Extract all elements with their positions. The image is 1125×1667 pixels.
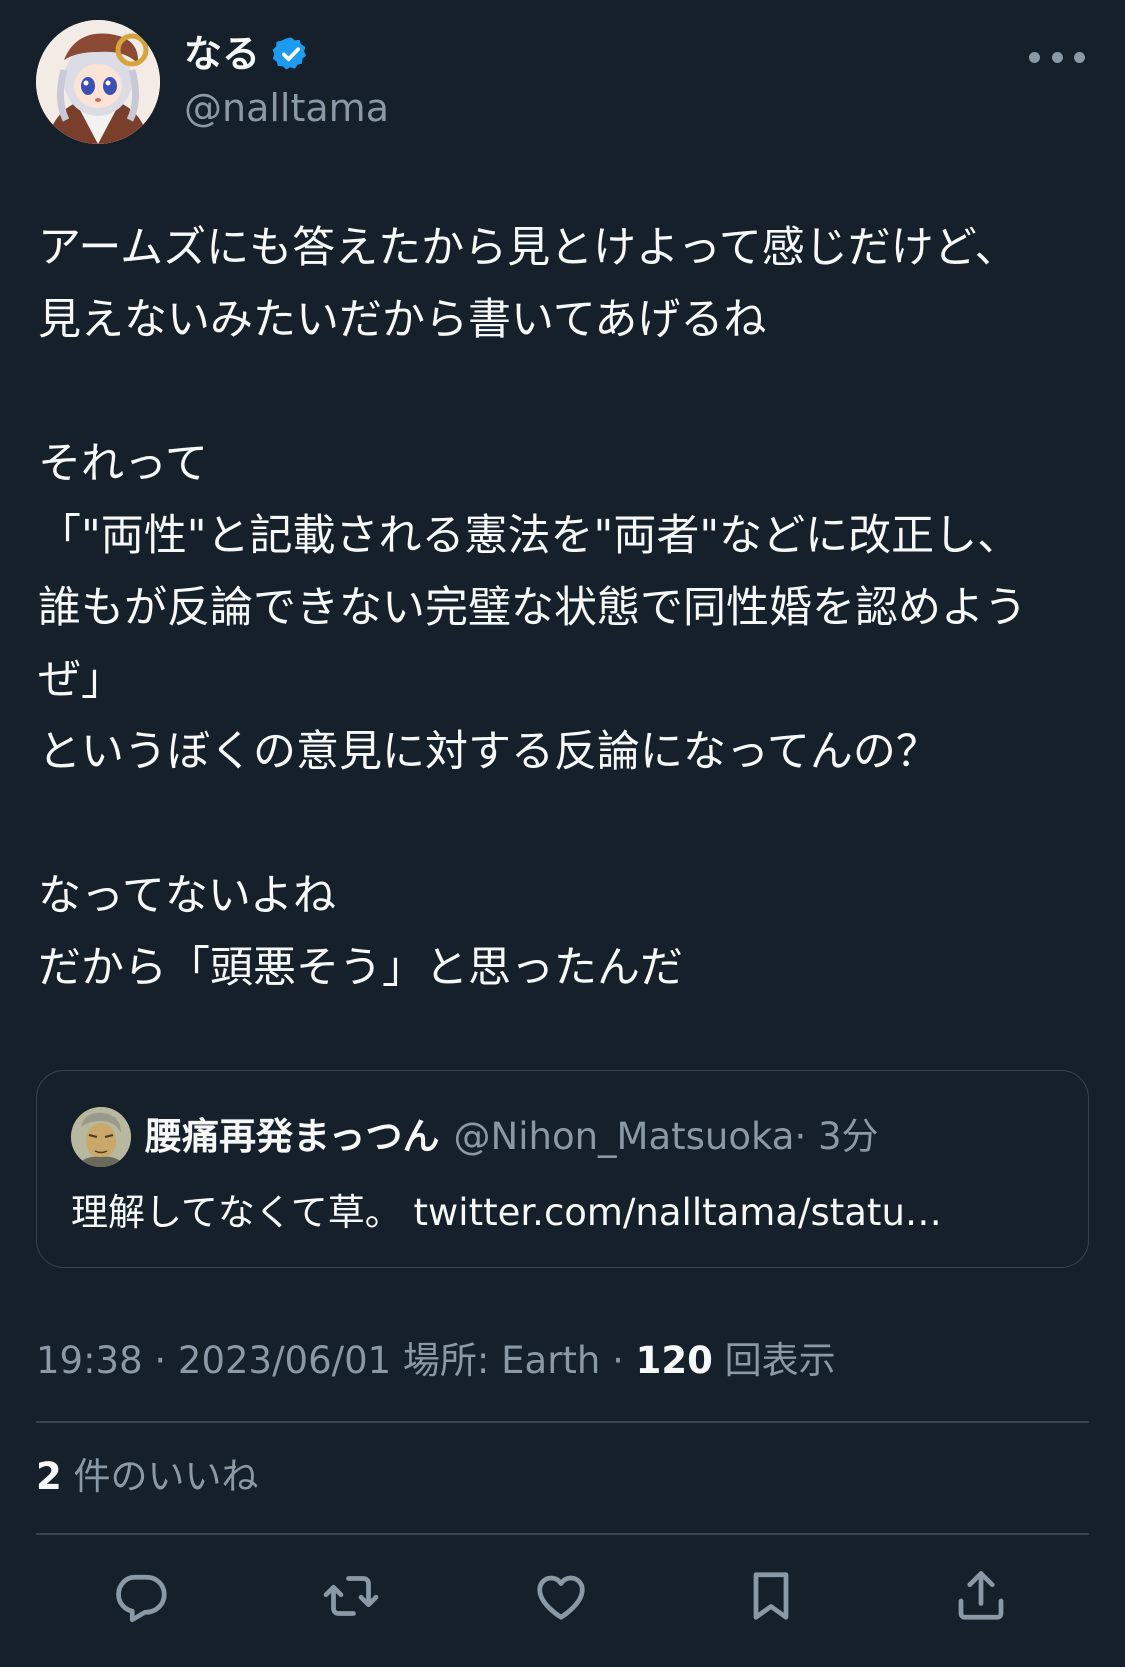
reply-button[interactable] [105, 1560, 177, 1632]
quote-header: 腰痛再発まっつん @Nihon_Matsuoka · 3分 [145, 1107, 879, 1167]
divider [36, 1421, 1089, 1423]
bookmark-button[interactable] [735, 1560, 807, 1632]
tweet-text-line: 「"両性"と記載される憲法を"両者"などに改正し、 [38, 511, 1021, 561]
share-button[interactable] [945, 1560, 1017, 1632]
views-label: 回表示 [712, 1339, 836, 1382]
share-icon [958, 1571, 1004, 1620]
views-count: 120 [635, 1339, 713, 1382]
tweet-text-line: なってないよね [38, 871, 336, 921]
reply-icon [116, 1574, 167, 1623]
likes-summary[interactable]: 2 件のいいね [36, 1452, 259, 1502]
tweet-text-line: 見えないみたいだから書いてあげるね [38, 295, 767, 345]
quote-author-avatar [71, 1107, 131, 1167]
quote-author-name: 腰痛再発まっつん [145, 1115, 440, 1158]
like-icon [537, 1575, 585, 1620]
like-button[interactable] [525, 1560, 597, 1632]
anime-avatar-icon [36, 20, 160, 144]
quote-timestamp: · 3分 [794, 1115, 879, 1158]
tweet-text-line: 誰もが反論できない完璧な状態で同性婚を認めよう [38, 583, 1027, 633]
more-dot [1074, 51, 1085, 63]
author-avatar[interactable] [36, 20, 160, 144]
retweet-button[interactable] [315, 1560, 387, 1632]
quote-text: 理解してなくて草。 twitter.com/nalltama/statu… [71, 1191, 942, 1234]
tweet-text: アームズにも答えたから見とけよって感じだけど、 見えないみたいだから書いてあげる… [38, 212, 1098, 1004]
tweet-text-line [38, 788, 1098, 860]
tweet-detail-page: なる @nalltama アームズにも答えたから見とけよって感じだけど、 見えな… [0, 0, 1125, 1667]
tweet-text-line: というぼくの意見に対する反論になってんの？ [38, 727, 939, 777]
author-display-name[interactable]: なる [184, 30, 260, 78]
more-dot [1051, 51, 1063, 63]
tweet-meta: 19:38 · 2023/06/01 場所: Earth · 120 回表示 [36, 1336, 836, 1386]
action-bar [0, 1560, 1125, 1632]
tweet-text-line: それって [38, 439, 208, 489]
divider [36, 1533, 1089, 1535]
likes-label: 件のいいね [61, 1455, 259, 1498]
tweet-timestamp[interactable]: 19:38 · 2023/06/01 場所: Earth · [36, 1339, 636, 1382]
quoted-tweet[interactable]: 腰痛再発まっつん @Nihon_Matsuoka · 3分 理解してなくて草。 … [36, 1070, 1089, 1268]
author-handle[interactable]: @nalltama [184, 84, 389, 132]
more-dot [1029, 51, 1040, 63]
tweet-text-line: アームズにも答えたから見とけよって感じだけど、 [38, 223, 1018, 273]
author-name-row[interactable]: なる [184, 30, 310, 78]
verified-badge-icon [272, 37, 307, 70]
retweet-icon [323, 1576, 379, 1616]
tweet-text-line: ぜ」 [38, 655, 124, 705]
more-options-icon[interactable] [1029, 42, 1085, 72]
illustrated-man-avatar-icon [71, 1107, 131, 1167]
tweet-text-line: だから「頭悪そう」と思ったんだ [38, 943, 683, 993]
bookmark-icon [753, 1572, 789, 1620]
tweet-text-line [38, 356, 1098, 428]
quote-author-handle: @Nihon_Matsuoka [453, 1115, 795, 1158]
likes-count: 2 [36, 1455, 62, 1498]
